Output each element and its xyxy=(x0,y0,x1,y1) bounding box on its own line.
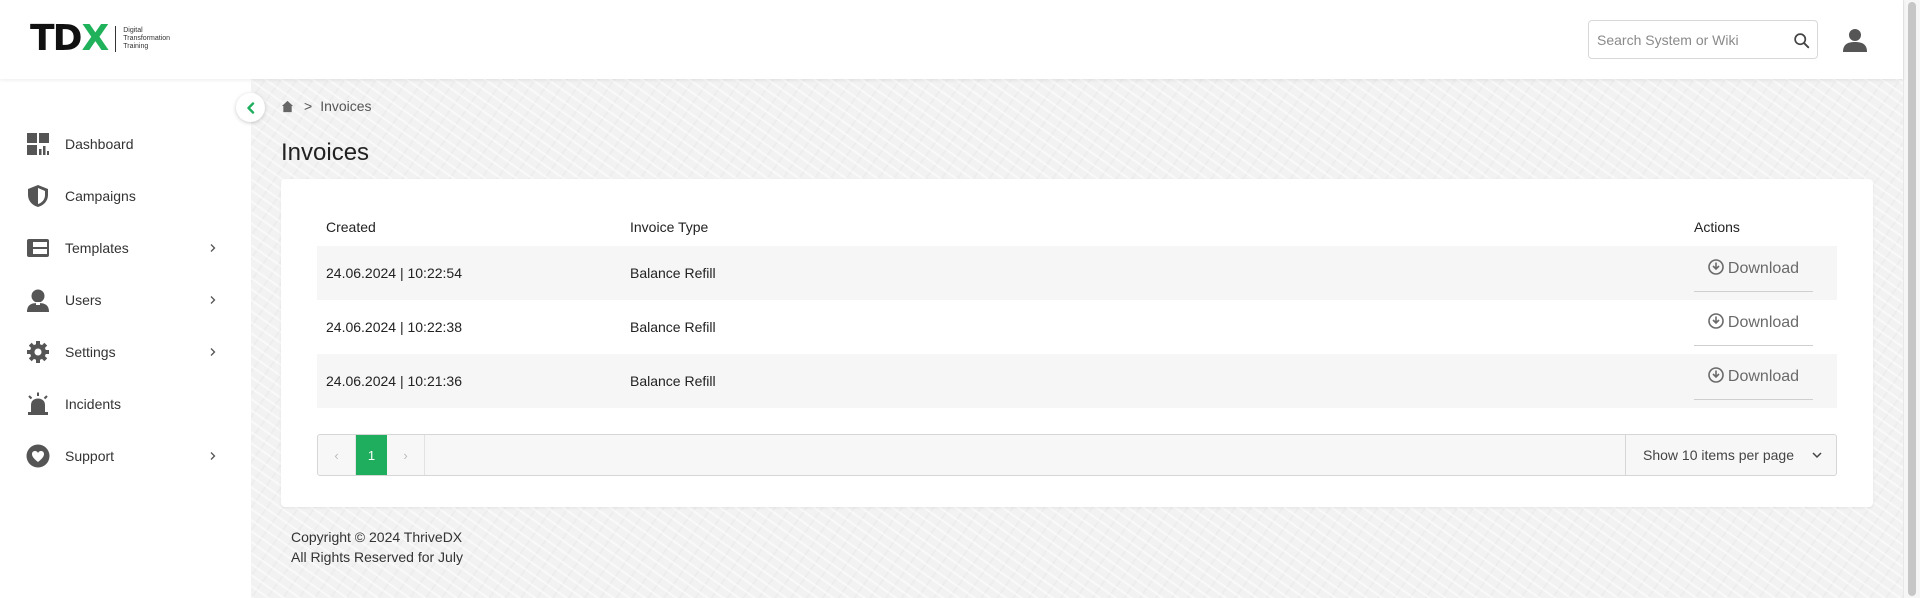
logo-letter-t: T xyxy=(30,18,55,59)
created-cell: 24.06.2024 | 10:22:38 xyxy=(326,319,462,335)
sidebar-item-label: Templates xyxy=(65,240,129,256)
invoice-type-cell: Balance Refill xyxy=(630,373,716,389)
dashboard-icon xyxy=(27,133,49,155)
items-per-page-label: Show 10 items per page xyxy=(1643,447,1794,463)
logo-letter-x: X xyxy=(81,18,110,59)
logo-subtitle-line: Transformation xyxy=(123,35,171,42)
tdx-logo[interactable]: T D X Digital Transformation Training xyxy=(30,18,170,59)
sidebar: Dashboard Campaigns Templates Users Sett… xyxy=(0,79,251,598)
scrollbar-thumb[interactable] xyxy=(1908,2,1916,596)
chevron-right-icon xyxy=(210,348,216,356)
sidebar-item-label: Dashboard xyxy=(65,136,134,152)
chevron-left-icon xyxy=(246,101,254,114)
logo-subtitle-line: Digital xyxy=(123,27,143,34)
main-content: > Invoices Invoices Created Invoice Type… xyxy=(251,79,1903,598)
invoice-type-cell: Balance Refill xyxy=(630,319,716,335)
breadcrumb-separator: > xyxy=(304,98,313,114)
footer: Copyright © 2024 ThriveDX All Rights Res… xyxy=(291,527,463,567)
sidebar-item-incidents[interactable]: Incidents xyxy=(0,384,251,424)
sidebar-item-label: Incidents xyxy=(65,396,122,412)
sidebar-item-label: Users xyxy=(65,292,102,308)
column-header-created: Created xyxy=(326,219,376,235)
download-label: Download xyxy=(1727,367,1800,385)
sidebar-item-dashboard[interactable]: Dashboard xyxy=(0,124,251,164)
download-button[interactable]: Download xyxy=(1694,354,1813,400)
column-header-invoice-type: Invoice Type xyxy=(630,219,709,235)
table-row: 24.06.2024 | 10:22:54 Balance Refill Dow… xyxy=(317,246,1837,300)
user-icon[interactable] xyxy=(1842,27,1868,53)
download-label: Download xyxy=(1727,259,1800,277)
chevron-right-icon xyxy=(210,296,216,304)
download-icon xyxy=(1708,366,1724,383)
search-box xyxy=(1588,20,1818,59)
sidebar-item-label: Campaigns xyxy=(65,188,136,204)
created-cell: 24.06.2024 | 10:22:54 xyxy=(326,265,462,281)
table-row: 24.06.2024 | 10:22:38 Balance Refill Dow… xyxy=(317,300,1837,354)
sidebar-item-label: Support xyxy=(65,448,115,464)
chevron-down-icon xyxy=(1812,452,1822,459)
invoice-type-cell: Balance Refill xyxy=(630,265,716,281)
templates-icon xyxy=(27,239,49,257)
table-row: 24.06.2024 | 10:21:36 Balance Refill Dow… xyxy=(317,354,1837,408)
invoices-card: Created Invoice Type Actions 24.06.2024 … xyxy=(281,179,1873,507)
pagination-prev-button[interactable]: ‹ xyxy=(318,435,356,475)
sidebar-item-label: Settings xyxy=(65,344,116,360)
logo-divider xyxy=(115,26,117,52)
gear-icon xyxy=(27,341,49,363)
download-button[interactable]: Download xyxy=(1694,246,1813,292)
items-per-page-select[interactable]: Show 10 items per page xyxy=(1625,435,1836,475)
download-button[interactable]: Download xyxy=(1694,300,1813,346)
home-icon[interactable] xyxy=(281,100,294,113)
vertical-scrollbar[interactable] xyxy=(1903,0,1920,598)
page-title: Invoices xyxy=(281,139,370,166)
sidebar-item-support[interactable]: Support xyxy=(0,436,251,476)
logo-subtitle: Digital Transformation Training xyxy=(123,27,170,51)
chevron-right-icon xyxy=(210,244,216,252)
column-header-actions: Actions xyxy=(1694,219,1740,235)
sidebar-item-settings[interactable]: Settings xyxy=(0,332,251,372)
search-icon[interactable] xyxy=(1793,32,1810,49)
download-icon xyxy=(1708,258,1724,275)
sidebar-collapse-button[interactable] xyxy=(236,93,265,122)
logo-letter-d: D xyxy=(52,18,83,59)
shield-icon xyxy=(28,185,48,207)
pagination-next-button[interactable]: › xyxy=(387,435,425,475)
sidebar-item-templates[interactable]: Templates xyxy=(0,228,251,268)
sidebar-item-campaigns[interactable]: Campaigns xyxy=(0,176,251,216)
breadcrumb-current: Invoices xyxy=(320,98,372,114)
download-icon xyxy=(1708,312,1724,329)
alarm-icon xyxy=(28,392,48,415)
breadcrumb: > Invoices xyxy=(281,98,372,114)
top-header: T D X Digital Transformation Training xyxy=(0,0,1903,79)
copyright-text: Copyright © 2024 ThriveDX xyxy=(291,529,463,545)
search-input[interactable] xyxy=(1597,30,1787,50)
rights-text: All Rights Reserved for July xyxy=(291,549,463,565)
created-cell: 24.06.2024 | 10:21:36 xyxy=(326,373,462,389)
chevron-right-icon xyxy=(210,452,216,460)
pagination: ‹ 1 › Show 10 items per page xyxy=(317,434,1837,476)
users-icon xyxy=(27,289,49,312)
heart-icon xyxy=(26,444,50,468)
sidebar-item-users[interactable]: Users xyxy=(0,280,251,320)
download-label: Download xyxy=(1727,313,1800,331)
logo-subtitle-line: Training xyxy=(123,43,149,50)
pagination-page-1[interactable]: 1 xyxy=(356,435,387,475)
